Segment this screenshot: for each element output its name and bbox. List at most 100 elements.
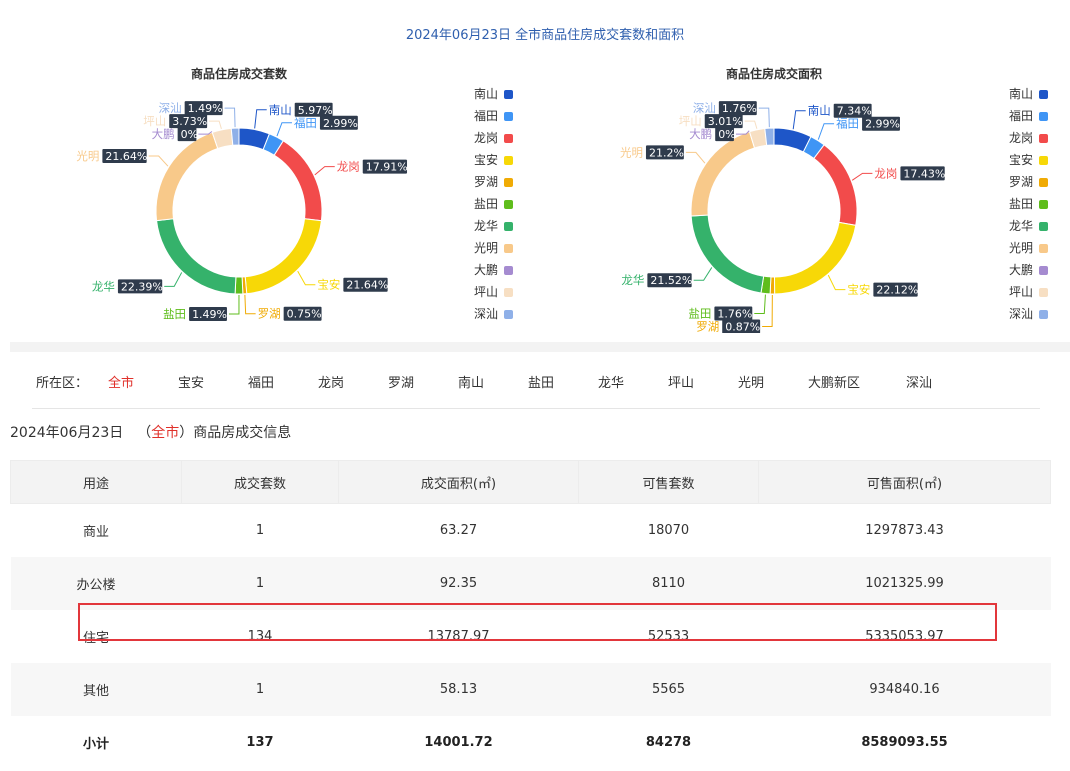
deal-info-heading: 2024年06月23日 （全市）商品房成交信息 — [10, 422, 291, 442]
district-option-luohu[interactable]: 罗湖 — [388, 372, 414, 391]
segment-label-name: 罗湖 — [696, 319, 719, 333]
legend-swatch — [504, 133, 513, 143]
deal-count-donut-svg: 南山 5.97%福田 2.99%龙岗 17.91%宝安 21.64%罗湖 0.75%盐田 1… — [76, 101, 408, 321]
donut-segment-3[interactable] — [773, 221, 857, 295]
legend-item-4[interactable]: 罗湖 — [1009, 171, 1048, 193]
legend-swatch — [1039, 243, 1048, 253]
legend-item-1[interactable]: 福田 — [1009, 105, 1048, 127]
info-date: 2024年06月23日 — [10, 425, 124, 441]
legend-item-8[interactable]: 大鹏 — [474, 259, 513, 281]
label-leader-line — [148, 155, 169, 167]
legend-swatch — [504, 111, 513, 121]
chart-legend: 南山福田 龙岗 宝安 罗湖 盐田龙华光明大鹏坪山深汕 — [474, 83, 513, 325]
donut-segment-6[interactable] — [690, 214, 765, 294]
donut-segment-6[interactable] — [156, 218, 237, 295]
label-leader-line — [754, 294, 766, 314]
segment-label-value: 1.49% — [188, 102, 223, 115]
legend-item-2[interactable]: 龙岗 — [474, 127, 513, 149]
legend-item-4[interactable]: 罗湖 — [474, 171, 513, 193]
district-option-dapeng[interactable]: 大鹏新区 — [808, 372, 860, 391]
legend-item-10[interactable]: 深汕 — [1009, 303, 1048, 325]
segment-label-value: 2.99% — [865, 118, 900, 131]
legend-item-2[interactable]: 龙岗 — [1009, 127, 1048, 149]
label-leader-line — [817, 123, 835, 140]
legend-item-0[interactable]: 南山 — [1009, 83, 1048, 105]
label-leader-line — [209, 120, 222, 130]
donut-segment-7[interactable] — [690, 131, 756, 217]
legend-item-9[interactable]: 坪山 — [474, 281, 513, 303]
legend-label: 南山 — [474, 87, 499, 101]
donut-segment-2[interactable] — [273, 140, 323, 222]
segment-label-name: 坪山 — [679, 114, 702, 128]
segment-label-value: 21.64% — [346, 279, 388, 292]
district-option-nanshan[interactable]: 南山 — [458, 372, 484, 391]
legend-item-9[interactable]: 坪山 — [1009, 281, 1048, 303]
district-option-all[interactable]: 全市 — [108, 372, 134, 391]
label-leader-line — [851, 172, 873, 181]
legend-swatch — [504, 287, 513, 297]
table-cell: 其他 — [10, 663, 182, 716]
donut-segment-3[interactable] — [244, 218, 322, 295]
district-option-futian[interactable]: 福田 — [248, 372, 274, 391]
segment-label-name: 光明 — [76, 149, 99, 163]
legend-item-5[interactable]: 盐田 — [1009, 193, 1048, 215]
legend-item-10[interactable]: 深汕 — [474, 303, 513, 325]
legend-swatch — [504, 265, 513, 275]
table-cell: 84278 — [645, 735, 692, 750]
info-open-paren: （ — [137, 425, 152, 441]
legend-label: 龙华 — [474, 219, 499, 233]
table-header: 可售面积(㎡) — [758, 460, 1051, 504]
label-leader-line — [762, 294, 773, 327]
legend-item-5[interactable]: 盐田 — [474, 193, 513, 215]
district-option-pingshan[interactable]: 坪山 — [668, 372, 694, 391]
legend-item-1[interactable]: 福田 — [474, 105, 513, 127]
segment-label-name: 深汕 — [159, 101, 182, 115]
legend-label: 坪山 — [474, 285, 499, 299]
legend-item-3[interactable]: 宝安 — [1009, 149, 1048, 171]
segment-label-value: 0% — [181, 128, 198, 141]
legend-item-6[interactable]: 龙华 — [1009, 215, 1048, 237]
legend-item-8[interactable]: 大鹏 — [1009, 259, 1048, 281]
segment-label-name: 大鹏 — [152, 127, 175, 141]
legend-swatch — [504, 155, 513, 165]
legend-label: 光明 — [474, 241, 499, 255]
label-leader-line — [244, 294, 256, 315]
legend-label: 龙岗 — [1009, 131, 1034, 145]
district-option-shenshan[interactable]: 深汕 — [906, 372, 932, 391]
segment-label-value: 21.2% — [649, 146, 684, 159]
legend-swatch — [504, 89, 513, 99]
donut-segment-10[interactable] — [764, 127, 775, 146]
district-option-longgang[interactable]: 龙岗 — [318, 372, 344, 391]
segment-label-name: 罗湖 — [258, 307, 281, 321]
label-leader-line — [276, 122, 292, 137]
table-header: 用途 — [10, 460, 182, 504]
district-option-longhua[interactable]: 龙华 — [598, 372, 624, 391]
legend-label: 深汕 — [1009, 307, 1034, 321]
donut-segment-10[interactable] — [230, 127, 240, 146]
legend-swatch — [1039, 155, 1048, 165]
label-leader-line — [792, 110, 806, 130]
segment-label-value: 21.52% — [650, 274, 692, 287]
legend-swatch — [504, 221, 513, 231]
legend-item-7[interactable]: 光明 — [1009, 237, 1048, 259]
filter-divider — [32, 408, 1040, 409]
segment-label-name: 龙华 — [92, 279, 115, 293]
donut-segment-7[interactable] — [155, 131, 219, 222]
district-option-guangming[interactable]: 光明 — [738, 372, 764, 391]
donut-segment-2[interactable] — [813, 144, 858, 226]
legend-item-3[interactable]: 宝安 — [474, 149, 513, 171]
district-option-yantian[interactable]: 盐田 — [528, 372, 554, 391]
table-row: 其他 1 58.13 5565 934840.16 — [10, 663, 1051, 716]
legend-label: 罗湖 — [1009, 175, 1034, 189]
legend-item-6[interactable]: 龙华 — [474, 215, 513, 237]
legend-label: 盐田 — [1009, 197, 1034, 211]
legend-label: 大鹏 — [1009, 263, 1034, 277]
legend-item-0[interactable]: 南山 — [474, 83, 513, 105]
legend-label: 南山 — [1009, 87, 1034, 101]
segment-label-name: 盐田 — [163, 307, 186, 321]
district-option-baoan[interactable]: 宝安 — [178, 372, 204, 391]
highlight-box — [78, 603, 997, 641]
legend-item-7[interactable]: 光明 — [474, 237, 513, 259]
segment-label-value: 0.87% — [725, 320, 760, 333]
table-cell: 1 — [181, 663, 339, 716]
